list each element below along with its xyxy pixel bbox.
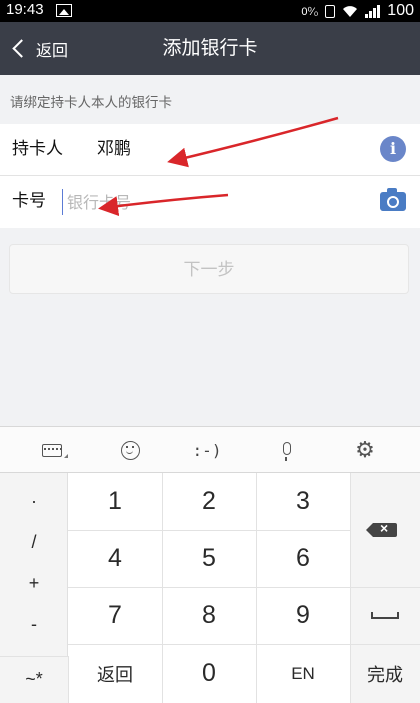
vibrate-icon <box>325 4 336 18</box>
next-step-button[interactable]: 下一步 <box>9 244 409 294</box>
signal-icon <box>365 4 381 18</box>
image-notification-icon <box>56 4 72 17</box>
language-key[interactable]: EN <box>256 644 350 703</box>
back-label: 返回 <box>36 40 69 60</box>
microphone-icon <box>283 441 291 461</box>
keyboard-toolbar: :-) ⚙ <box>0 426 420 473</box>
done-key[interactable]: 完成 <box>350 644 420 703</box>
card-label: 卡号 <box>12 191 46 211</box>
digit-key-0[interactable]: 0 <box>162 644 256 703</box>
digit-key-9[interactable]: 9 <box>256 587 350 644</box>
camera-icon[interactable] <box>380 188 406 211</box>
back-button[interactable]: 返回 <box>10 22 68 75</box>
symbol-column: · / + - <box>0 473 68 656</box>
status-bar: 19:43 0⁰⁄₀ 100 <box>0 0 420 22</box>
settings-button[interactable]: ⚙ <box>340 427 390 473</box>
return-key[interactable]: 返回 <box>68 644 162 703</box>
digit-key-2[interactable]: 2 <box>162 473 256 530</box>
emoji-button[interactable] <box>105 427 155 473</box>
emoticon-label: :-) <box>192 440 222 460</box>
digit-key-6[interactable]: 6 <box>256 530 350 587</box>
symbol-key[interactable]: + <box>0 560 68 606</box>
status-icons: 0⁰⁄₀ 100 <box>301 1 414 21</box>
smile-icon <box>120 440 140 460</box>
digit-key-8[interactable]: 8 <box>162 587 256 644</box>
digit-key-7[interactable]: 7 <box>68 587 162 644</box>
chevron-left-icon <box>12 39 31 58</box>
digit-key-1[interactable]: 1 <box>68 473 162 530</box>
battery-level: 100 <box>387 2 414 19</box>
wifi-icon <box>343 6 358 17</box>
space-icon <box>371 612 399 619</box>
holder-name: 邓鹏 <box>97 139 131 159</box>
digit-key-4[interactable]: 4 <box>68 530 162 587</box>
gear-icon: ⚙ <box>355 437 375 463</box>
holder-row: 持卡人 邓鹏 i <box>0 124 420 176</box>
nav-bar: 添加银行卡 返回 <box>0 22 420 75</box>
status-time: 19:43 <box>6 1 44 18</box>
holder-label: 持卡人 <box>12 139 63 159</box>
data-speed: 0⁰⁄₀ <box>301 5 319 18</box>
backspace-icon <box>366 520 397 537</box>
bind-hint: 请绑定持卡人本人的银行卡 <box>10 95 172 111</box>
digit-key-3[interactable]: 3 <box>256 473 350 530</box>
digit-key-5[interactable]: 5 <box>162 530 256 587</box>
symbol-key[interactable]: · <box>0 478 68 524</box>
card-row: 卡号 <box>0 176 420 228</box>
backspace-key[interactable] <box>350 473 420 587</box>
info-icon[interactable]: i <box>380 136 406 162</box>
emoticon-button[interactable]: :-) <box>182 427 232 473</box>
numeric-keypad: · / + - 1 2 3 4 5 6 7 8 9 ~* 返回 0 EN 完成 <box>0 473 420 703</box>
card-form: 持卡人 邓鹏 i 卡号 <box>0 124 420 228</box>
symbol-key[interactable]: / <box>0 519 68 565</box>
keyboard-icon <box>42 443 62 457</box>
symbols-key[interactable]: ~* <box>0 656 68 703</box>
card-number-input[interactable] <box>62 189 327 215</box>
symbol-key[interactable]: - <box>0 601 68 647</box>
keyboard-switch-button[interactable] <box>30 427 80 473</box>
space-key[interactable] <box>350 587 420 644</box>
voice-button[interactable] <box>262 427 312 473</box>
